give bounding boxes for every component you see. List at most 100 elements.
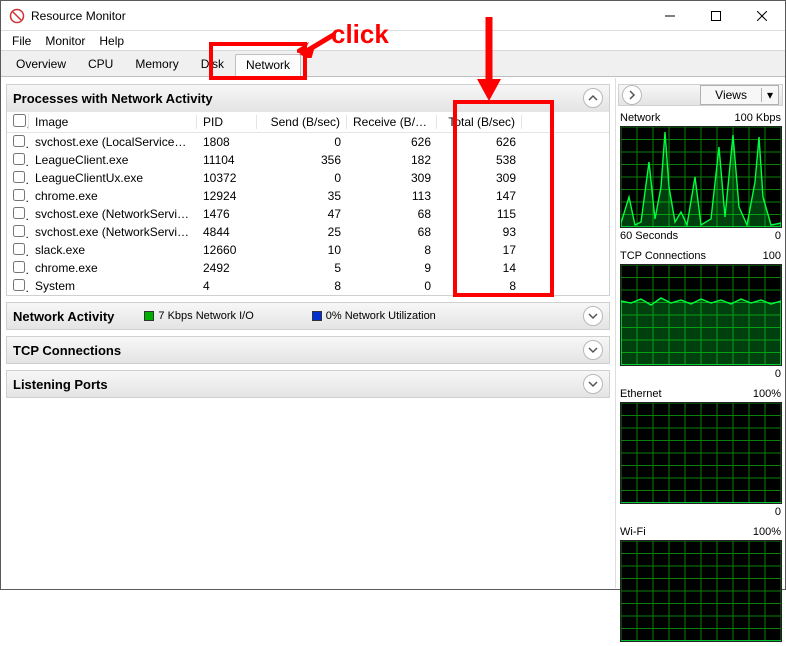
close-button[interactable] [739, 1, 785, 31]
cell-image: svchost.exe (LocalServiceAn... [29, 135, 197, 149]
row-checkbox[interactable] [13, 279, 25, 291]
col-image[interactable]: Image [29, 115, 197, 129]
tab-memory[interactable]: Memory [124, 53, 189, 76]
views-label: Views [701, 88, 762, 102]
row-checkbox[interactable] [13, 207, 25, 219]
row-checkbox[interactable] [13, 243, 25, 255]
cell-pid: 12660 [197, 243, 257, 257]
graph-title: Wi-Fi [620, 526, 646, 538]
graph-scale: 100% [753, 388, 781, 400]
cell-image: svchost.exe (NetworkService... [29, 225, 197, 239]
panel-listening: Listening Ports [6, 370, 610, 398]
panel-network-activity-title: Network Activity [13, 309, 114, 324]
tab-overview[interactable]: Overview [5, 53, 77, 76]
table-row[interactable]: svchost.exe (NetworkService...4844256893 [7, 223, 609, 241]
cell-recv: 626 [347, 135, 437, 149]
graph-block: Wi-Fi100% [618, 524, 783, 642]
cell-image: chrome.exe [29, 189, 197, 203]
graph-canvas [620, 126, 782, 228]
table-row[interactable]: chrome.exe1292435113147 [7, 187, 609, 205]
col-total[interactable]: Total (B/sec) [437, 115, 522, 129]
table-row[interactable]: slack.exe1266010817 [7, 241, 609, 259]
panel-processes-header[interactable]: Processes with Network Activity [7, 85, 609, 111]
row-checkbox[interactable] [13, 153, 25, 165]
tab-cpu[interactable]: CPU [77, 53, 124, 76]
graph-scale: 100 Kbps [735, 112, 781, 124]
row-checkbox[interactable] [13, 261, 25, 273]
table-header: Image PID Send (B/sec) Receive (B/sec) T… [7, 111, 609, 133]
table-body[interactable]: svchost.exe (LocalServiceAn...1808062662… [7, 133, 609, 295]
legend-io-swatch [144, 311, 154, 321]
graph-foot-left: 60 Seconds [620, 230, 678, 242]
views-button[interactable]: Views ▾ [700, 85, 779, 105]
cell-image: System [29, 279, 197, 293]
cell-recv: 113 [347, 189, 437, 203]
cell-recv: 8 [347, 243, 437, 257]
maximize-button[interactable] [693, 1, 739, 31]
cell-recv: 0 [347, 279, 437, 293]
graph-block: TCP Connections1000 [618, 248, 783, 382]
panel-listening-header[interactable]: Listening Ports [7, 371, 609, 397]
table-row[interactable]: System4808 [7, 277, 609, 295]
header-checkbox[interactable] [13, 114, 26, 127]
menu-monitor[interactable]: Monitor [38, 33, 92, 49]
cell-recv: 9 [347, 261, 437, 275]
legend-util-swatch [312, 311, 322, 321]
chevron-right-icon[interactable] [622, 85, 642, 105]
table-row[interactable]: chrome.exe24925914 [7, 259, 609, 277]
cell-pid: 4 [197, 279, 257, 293]
row-checkbox[interactable] [13, 189, 25, 201]
row-checkbox[interactable] [13, 135, 25, 147]
graph-scale: 100 [763, 250, 781, 262]
cell-send: 0 [257, 135, 347, 149]
tab-disk[interactable]: Disk [190, 53, 235, 76]
cell-send: 25 [257, 225, 347, 239]
legend-util-label: 0% Network Utilization [326, 310, 436, 322]
tab-network[interactable]: Network [235, 54, 301, 77]
cell-send: 8 [257, 279, 347, 293]
cell-total: 17 [437, 243, 522, 257]
menu-file[interactable]: File [5, 33, 38, 49]
chevron-down-icon[interactable] [583, 374, 603, 394]
cell-recv: 68 [347, 225, 437, 239]
row-checkbox[interactable] [13, 171, 25, 183]
col-send[interactable]: Send (B/sec) [257, 115, 347, 129]
table-row[interactable]: LeagueClientUx.exe103720309309 [7, 169, 609, 187]
row-checkbox[interactable] [13, 225, 25, 237]
minimize-button[interactable] [647, 1, 693, 31]
panel-tcp: TCP Connections [6, 336, 610, 364]
cell-image: svchost.exe (NetworkService... [29, 207, 197, 221]
cell-total: 309 [437, 171, 522, 185]
cell-recv: 182 [347, 153, 437, 167]
cell-image: LeagueClient.exe [29, 153, 197, 167]
graph-title: Ethernet [620, 388, 662, 400]
cell-send: 5 [257, 261, 347, 275]
menubar: File Monitor Help [1, 31, 785, 50]
cell-pid: 1808 [197, 135, 257, 149]
table-row[interactable]: svchost.exe (NetworkService...1476476811… [7, 205, 609, 223]
menu-help[interactable]: Help [92, 33, 131, 49]
cell-image: slack.exe [29, 243, 197, 257]
col-recv[interactable]: Receive (B/sec) [347, 115, 437, 129]
col-pid[interactable]: PID [197, 115, 257, 129]
table-row[interactable]: LeagueClient.exe11104356182538 [7, 151, 609, 169]
titlebar: Resource Monitor [1, 1, 785, 31]
cell-send: 47 [257, 207, 347, 221]
graph-canvas [620, 264, 782, 366]
graph-canvas [620, 402, 782, 504]
panel-network-activity: Network Activity 7 Kbps Network I/O 0% N… [6, 302, 610, 330]
panel-network-activity-header[interactable]: Network Activity 7 Kbps Network I/O 0% N… [7, 303, 609, 329]
cell-image: LeagueClientUx.exe [29, 171, 197, 185]
chevron-up-icon[interactable] [583, 88, 603, 108]
chevron-down-icon[interactable] [583, 306, 603, 326]
window-title: Resource Monitor [31, 9, 647, 23]
cell-recv: 309 [347, 171, 437, 185]
graph-foot-right: 0 [775, 506, 781, 518]
cell-total: 538 [437, 153, 522, 167]
chevron-down-icon[interactable] [583, 340, 603, 360]
panel-tcp-header[interactable]: TCP Connections [7, 337, 609, 363]
cell-total: 147 [437, 189, 522, 203]
panel-processes-title: Processes with Network Activity [13, 91, 213, 106]
graph-foot-right: 0 [775, 368, 781, 380]
table-row[interactable]: svchost.exe (LocalServiceAn...1808062662… [7, 133, 609, 151]
